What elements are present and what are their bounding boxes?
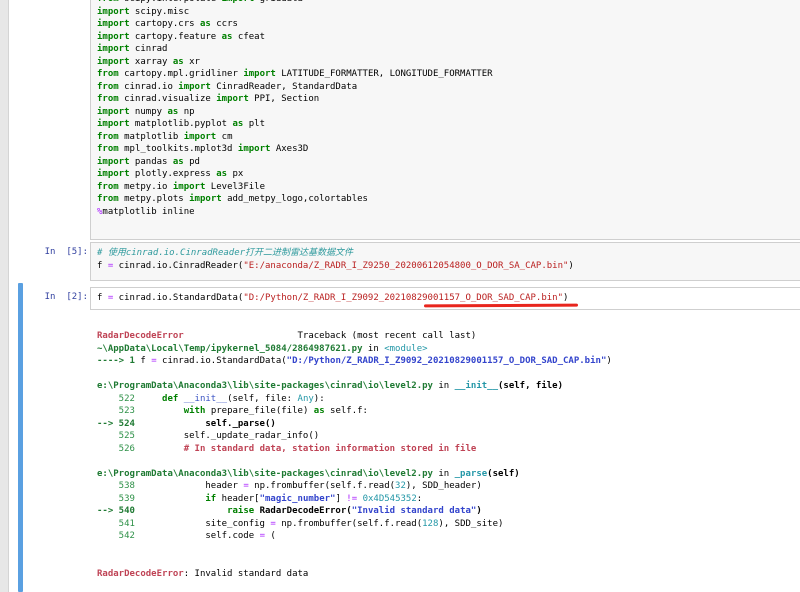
code-editor-in5[interactable]: # 使用cinrad.io.CinradReader打开二进制雷达基数据文件f … [91,243,800,276]
traceback-output-area: RadarDecodeError Traceback (most recent … [97,330,797,580]
code-editor-imports[interactable]: from scipy.interpolate import griddataim… [91,0,800,226]
notebook-page: from scipy.interpolate import griddataim… [0,0,800,592]
selected-cell-indicator-bar [18,283,23,592]
cell-prompt-in2: In [2]: [0,291,88,304]
cell-prompt-in5: In [5]: [0,246,88,259]
imports-code-input[interactable]: from scipy.interpolate import griddataim… [90,0,800,240]
cinradreader-code-input[interactable]: # 使用cinrad.io.CinradReader打开二进制雷达基数据文件f … [90,242,800,281]
traceback-text: RadarDecodeError Traceback (most recent … [97,330,797,580]
